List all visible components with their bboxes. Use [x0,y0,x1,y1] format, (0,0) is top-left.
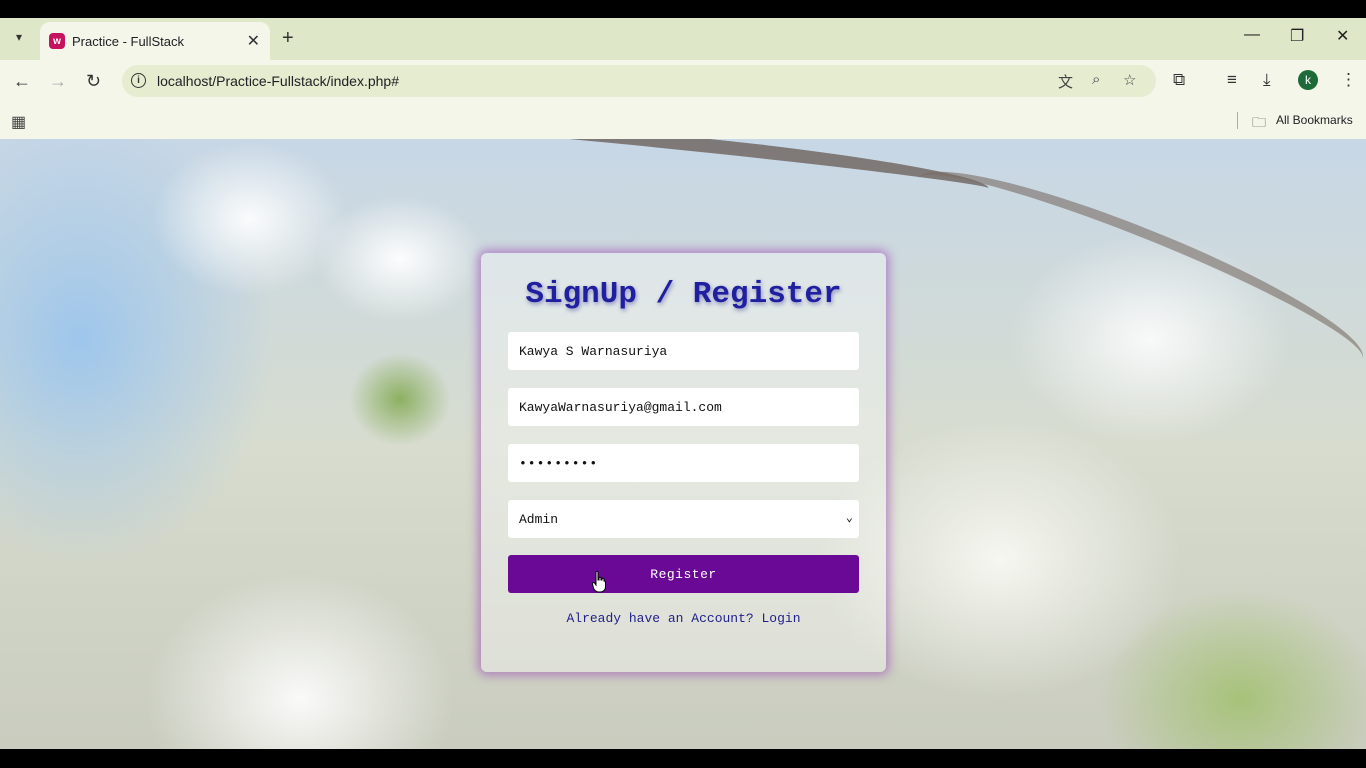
reload-icon[interactable]: ↻ [86,71,101,92]
page-background: SignUp / Register Kawya S Warnasuriya Ka… [0,139,1366,749]
restore-icon[interactable]: ❐ [1290,26,1304,46]
url-text[interactable]: localhost/Practice-Fullstack/index.php# [157,73,399,89]
password-input[interactable]: ••••••••• [508,444,859,482]
back-icon[interactable]: ← [13,71,31,92]
tab-strip: ▾ w Practice - FullStack ✕ + — ❐ ✕ [0,18,1366,60]
chevron-down-icon: ⌄ [845,511,853,525]
all-bookmarks-link[interactable]: All Bookmarks [1276,113,1353,127]
background-branch-2 [902,142,1366,396]
zoom-icon[interactable]: ⌕ [1092,71,1100,88]
forward-icon[interactable]: → [49,71,67,92]
address-bar[interactable]: i localhost/Practice-Fullstack/index.php… [122,65,1156,97]
tab-search-chevron-icon[interactable]: ▾ [8,26,30,48]
media-controls-icon[interactable]: ≡ [1227,70,1237,90]
site-info-icon[interactable]: i [131,73,146,88]
extensions-icon[interactable]: ⧉ [1173,70,1185,90]
role-selected-value: Admin [519,512,559,527]
signup-card: SignUp / Register Kawya S Warnasuriya Ka… [481,253,886,672]
download-icon[interactable]: ⤓ [1263,70,1271,90]
apps-grid-icon[interactable]: ▦ [11,112,26,132]
menu-kebab-icon[interactable]: ⋮ [1340,70,1357,90]
bookmark-star-icon[interactable]: ☆ [1123,71,1136,89]
name-input-value: Kawya S Warnasuriya [519,344,668,359]
close-window-icon[interactable]: ✕ [1336,26,1349,46]
new-tab-icon[interactable]: + [282,27,294,50]
login-link[interactable]: Already have an Account? Login [481,611,886,626]
minimize-icon[interactable]: — [1244,26,1260,44]
tab-title: Practice - FullStack [72,34,184,49]
background-branch [429,139,991,209]
translate-icon[interactable]: 文 [1058,71,1073,92]
bookmarks-bar: ▦ 🗀 All Bookmarks [0,102,1366,139]
bookmarks-divider [1237,112,1238,129]
active-tab[interactable]: w Practice - FullStack ✕ [40,22,270,60]
form-title: SignUp / Register [525,277,842,312]
folder-icon: 🗀 [1252,114,1266,130]
name-input[interactable]: Kawya S Warnasuriya [508,332,859,370]
profile-avatar[interactable]: k [1298,70,1318,90]
password-mask: ••••••••• [519,456,599,471]
email-input[interactable]: KawyaWarnasuriya@gmail.com [508,388,859,426]
browser-toolbar: ← → ↻ i localhost/Practice-Fullstack/ind… [0,60,1366,102]
role-select[interactable]: Admin ⌄ [508,500,859,538]
hand-cursor-icon [592,571,606,593]
register-button[interactable]: Register [508,555,859,593]
wamp-favicon-icon: w [49,33,65,49]
close-tab-icon[interactable]: ✕ [247,31,260,51]
browser-window: ▾ w Practice - FullStack ✕ + — ❐ ✕ ← → ↻… [0,18,1366,749]
email-input-value: KawyaWarnasuriya@gmail.com [519,400,722,415]
